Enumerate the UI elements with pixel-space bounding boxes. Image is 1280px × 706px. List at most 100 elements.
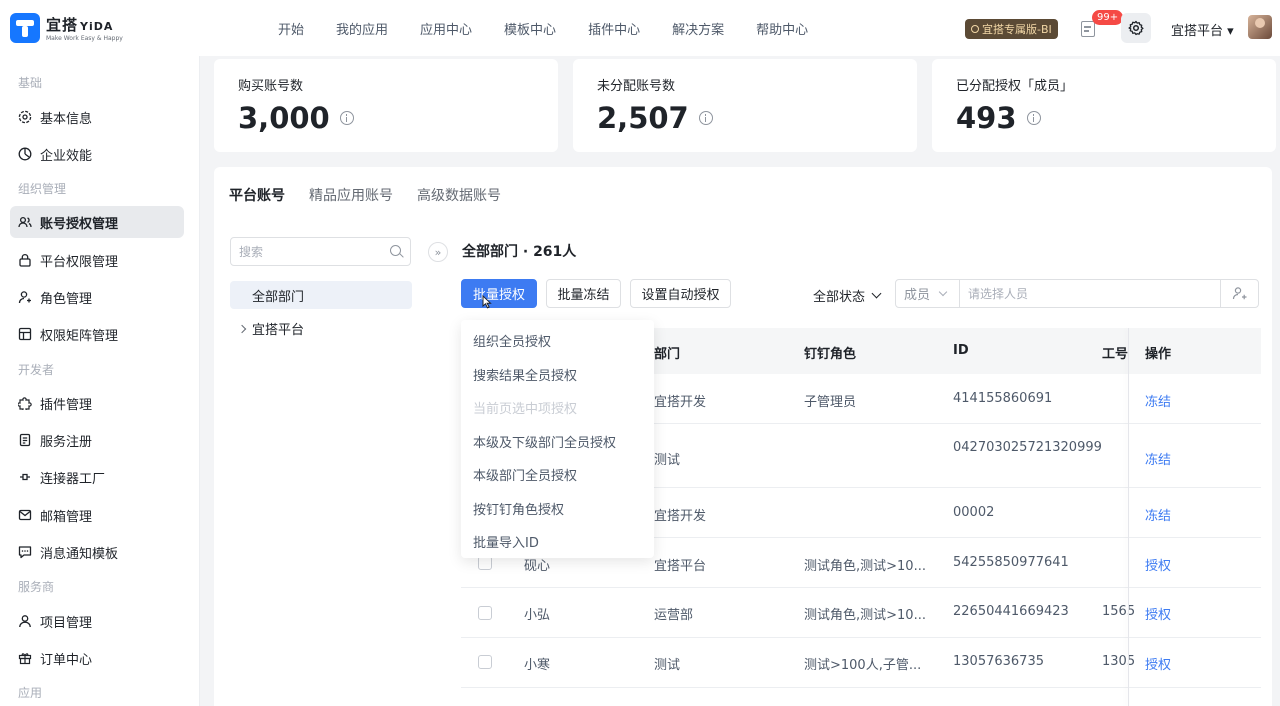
cell-role: 测试角色,测试>10...	[804, 559, 926, 574]
mouse-cursor-icon	[482, 295, 492, 309]
sidebar-item-plugin-management[interactable]: 插件管理	[10, 387, 184, 419]
sidebar-item-project-management[interactable]: 项目管理	[10, 605, 184, 637]
member-type-select[interactable]: 成员	[896, 280, 960, 307]
menu-item-search-result-grant[interactable]: 搜索结果全员授权	[461, 358, 654, 392]
search-icon	[390, 245, 401, 256]
batch-grant-dropdown: 组织全员授权 搜索结果全员授权 当前页选中项授权 本级及下级部门全员授权 本级部…	[461, 320, 654, 558]
cell-dept: 测试	[654, 453, 681, 468]
user-avatar[interactable]	[1248, 15, 1272, 39]
notification-count-badge: 99+	[1092, 10, 1124, 25]
status-filter-select[interactable]: 全部状态	[813, 286, 882, 305]
cell-id: 54255850977641	[953, 555, 1069, 570]
sidebar-item-mailbox-management[interactable]: 邮箱管理	[10, 499, 184, 531]
settings-button[interactable]	[1121, 13, 1151, 43]
chart-icon	[18, 147, 32, 161]
member-select-input[interactable]: 请选择人员	[960, 285, 1220, 302]
dept-search-input[interactable]: 搜索	[230, 237, 411, 266]
org-switcher[interactable]: 宜搭平台 ▾	[1171, 20, 1234, 39]
sidebar-item-basic-info[interactable]: 基本信息	[10, 101, 184, 133]
tab-advanced-data-account[interactable]: 高级数据账号	[417, 185, 501, 205]
grid-icon	[18, 327, 32, 341]
dept-title: 全部部门 · 261人	[462, 244, 577, 260]
freeze-link[interactable]: 冻结	[1145, 391, 1171, 410]
auto-grant-button[interactable]: 设置自动授权	[630, 279, 731, 308]
menu-item-dept-grant[interactable]: 本级部门全员授权	[461, 458, 654, 492]
menu-item-current-page-grant: 当前页选中项授权	[473, 402, 578, 418]
row-checkbox[interactable]	[478, 606, 492, 620]
menu-item-org-all-grant[interactable]: 组织全员授权	[461, 324, 654, 358]
sidebar-item-label: 邮箱管理	[40, 509, 93, 525]
users-icon	[18, 215, 32, 229]
add-user-button[interactable]	[1220, 280, 1258, 307]
nav-app-center[interactable]: 应用中心	[420, 19, 472, 38]
tab-platform-account[interactable]: 平台账号	[229, 185, 285, 205]
info-icon[interactable]	[698, 111, 713, 125]
freeze-link[interactable]: 冻结	[1145, 449, 1171, 468]
sidebar-item-permission-matrix[interactable]: 权限矩阵管理	[10, 318, 184, 350]
freeze-link[interactable]: 冻结	[1145, 505, 1171, 524]
batch-freeze-button[interactable]: 批量冻结	[546, 279, 621, 308]
batch-grant-button[interactable]: 批量授权	[461, 279, 537, 308]
cell-id: 042703025721320999	[953, 440, 1102, 455]
sidebar-item-service-registry[interactable]: 服务注册	[10, 424, 184, 456]
menu-item-dept-and-sub-grant[interactable]: 本级及下级部门全员授权	[461, 425, 654, 459]
nav-plugin-center[interactable]: 插件中心	[588, 19, 640, 38]
member-filter: 成员 请选择人员	[895, 279, 1259, 308]
logo-slogan: Make Work Easy & Happy	[46, 35, 123, 42]
grant-link[interactable]: 授权	[1145, 555, 1171, 574]
top-nav: 开始 我的应用 应用中心 模板中心 插件中心 解决方案 帮助中心	[262, 0, 824, 56]
tab-premium-app-account[interactable]: 精品应用账号	[309, 185, 393, 205]
sidebar-item-label: 权限矩阵管理	[40, 328, 119, 344]
nav-template-center[interactable]: 模板中心	[504, 19, 556, 38]
nav-start[interactable]: 开始	[278, 19, 304, 38]
sidebar-item-platform-permission[interactable]: 平台权限管理	[10, 244, 184, 276]
nav-help-center[interactable]: 帮助中心	[756, 19, 808, 38]
sidebar-item-account-auth[interactable]: 账号授权管理	[10, 206, 184, 238]
sidebar-item-connector-factory[interactable]: 连接器工厂	[10, 461, 184, 493]
sidebar-item-label: 企业效能	[40, 148, 93, 164]
dept-tree-node-label: 宜搭平台	[252, 323, 305, 338]
logo-text: 宜搭	[46, 16, 79, 34]
nav-solutions[interactable]: 解决方案	[672, 19, 724, 38]
grant-link[interactable]: 授权	[1145, 604, 1171, 623]
menu-item-role-grant[interactable]: 按钉钉角色授权	[461, 492, 654, 526]
settings-icon	[18, 110, 32, 124]
notification-icon[interactable]	[1081, 21, 1095, 37]
cell-job-no: 1565	[1102, 604, 1136, 619]
cell-job-no: 1305	[1102, 654, 1136, 669]
chevron-right-icon[interactable]	[237, 324, 247, 333]
sidebar-item-order-center[interactable]: 订单中心	[10, 642, 184, 674]
menu-item-import-id[interactable]: 批量导入ID	[461, 525, 654, 559]
puzzle-icon	[18, 396, 32, 410]
nav-my-apps[interactable]: 我的应用	[336, 19, 388, 38]
edition-badge[interactable]: 宜搭专属版-BI	[965, 19, 1058, 39]
collapse-panel-button[interactable]: »	[428, 242, 448, 262]
col-header-role: 钉钉角色	[804, 347, 857, 362]
user-role-icon	[18, 290, 32, 304]
sidebar-group-org: 组织管理	[18, 182, 67, 196]
document-icon	[18, 433, 32, 447]
message-icon	[18, 545, 32, 559]
dept-tree-node[interactable]: 宜搭平台	[237, 319, 305, 338]
cell-dept: 宜搭开发	[654, 509, 707, 524]
stat-value: 493	[956, 101, 1017, 135]
gift-icon	[18, 651, 32, 665]
sidebar-item-efficiency[interactable]: 企业效能	[10, 138, 184, 170]
cell-dept: 宜搭平台	[654, 559, 707, 574]
stat-value: 3,000	[238, 101, 330, 135]
grant-link[interactable]: 授权	[1145, 654, 1171, 673]
sidebar-item-notification-template[interactable]: 消息通知模板	[10, 536, 184, 568]
col-header-ops: 操作	[1145, 347, 1172, 362]
row-checkbox[interactable]	[478, 655, 492, 669]
sidebar-item-role-management[interactable]: 角色管理	[10, 281, 184, 313]
stat-card-unassigned: 未分配账号数 2,507	[573, 59, 917, 152]
cell-role: 子管理员	[804, 395, 857, 410]
lock-icon	[18, 253, 32, 267]
col-header-job-no: 工号	[1102, 347, 1129, 362]
dept-tree-all[interactable]: 全部部门	[230, 281, 412, 309]
info-icon[interactable]	[339, 111, 354, 125]
sidebar-group-developer: 开发者	[18, 363, 55, 377]
chevron-down-icon	[871, 288, 882, 299]
yida-logo[interactable]: 宜搭 YiDA Make Work Easy & Happy	[10, 13, 123, 43]
info-icon[interactable]	[1026, 111, 1041, 125]
